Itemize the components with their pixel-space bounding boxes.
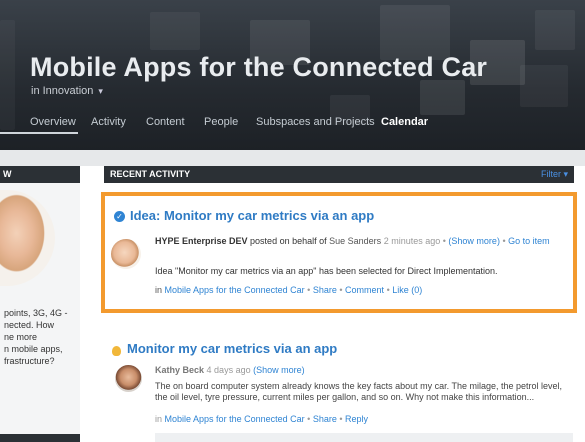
- tab-calendar[interactable]: Calendar: [381, 116, 428, 128]
- tab-people[interactable]: People: [204, 116, 238, 128]
- show-more-link[interactable]: (Show more): [253, 365, 305, 375]
- space-description: points, 3G, 4G - nected. How ne more n m…: [4, 307, 80, 367]
- behalf-user[interactable]: Sue Sanders: [329, 236, 381, 246]
- separator: •: [307, 414, 311, 424]
- show-more-link[interactable]: (Show more): [448, 236, 500, 246]
- activity-actions: in Mobile Apps for the Connected Car • S…: [155, 285, 422, 295]
- tab-overview[interactable]: Overview: [30, 116, 76, 128]
- in-label: in: [155, 414, 163, 424]
- chevron-down-icon: ▾: [98, 86, 103, 96]
- timestamp: 4 days ago: [206, 365, 251, 375]
- go-to-item-link[interactable]: Go to item: [508, 236, 550, 246]
- activity-title-link[interactable]: Idea: Monitor my car metrics via an app: [130, 208, 374, 223]
- separator: •: [339, 285, 343, 295]
- activity-meta: HYPE Enterprise DEV posted on behalf of …: [155, 236, 573, 247]
- avatar[interactable]: [115, 365, 142, 392]
- like-link[interactable]: Like (0): [392, 285, 422, 295]
- separator: •: [386, 285, 390, 295]
- description-line: n mobile apps,: [4, 344, 63, 354]
- description-line: frastructure?: [4, 356, 55, 366]
- tab-active-indicator: [0, 132, 78, 134]
- behalf-text: posted on behalf of: [250, 236, 327, 246]
- space-link[interactable]: Mobile Apps for the Connected Car: [165, 414, 305, 424]
- lightbulb-icon: [112, 346, 121, 356]
- description-line: nected. How: [4, 320, 55, 330]
- timestamp: 2 minutes ago: [383, 236, 441, 246]
- content-top-band: [0, 150, 585, 166]
- share-link[interactable]: Share: [313, 414, 337, 424]
- space-link[interactable]: Mobile Apps for the Connected Car: [165, 285, 305, 295]
- share-link[interactable]: Share: [313, 285, 337, 295]
- check-badge-icon: ✓: [114, 211, 125, 222]
- tab-activity[interactable]: Activity: [91, 116, 126, 128]
- activity-card-highlighted: ✓ Idea: Monitor my car metrics via an ap…: [101, 192, 577, 313]
- description-line: ne more: [4, 332, 38, 342]
- left-sidebar-header: W: [0, 166, 80, 183]
- space-title: Mobile Apps for the Connected Car: [30, 52, 488, 82]
- recent-activity-header: RECENT ACTIVITY Filter ▾: [104, 166, 574, 183]
- separator: •: [442, 236, 446, 246]
- filter-dropdown[interactable]: Filter ▾: [541, 169, 568, 180]
- activity-meta: Kathy Beck 4 days ago (Show more): [155, 365, 305, 375]
- in-label: in: [155, 285, 163, 295]
- reply-link[interactable]: Reply: [345, 414, 368, 424]
- author-name[interactable]: Kathy Beck: [155, 365, 204, 375]
- description-line: points, 3G, 4G -: [4, 308, 68, 318]
- separator: •: [502, 236, 506, 246]
- parent-space-label: in Innovation: [31, 85, 94, 97]
- space-subtitle[interactable]: in Innovation ▾: [31, 85, 103, 97]
- activity-actions: in Mobile Apps for the Connected Car • S…: [155, 414, 368, 424]
- idea-description: The on board computer system already kno…: [155, 381, 563, 402]
- banner-decoration: [535, 10, 575, 50]
- activity-message: Idea "Monitor my car metrics via an app"…: [155, 266, 498, 276]
- avatar[interactable]: [111, 239, 141, 269]
- banner-decoration: [0, 20, 15, 130]
- tab-subspaces-and-projects[interactable]: Subspaces and Projects: [256, 116, 375, 128]
- recent-activity-title: RECENT ACTIVITY: [110, 169, 191, 179]
- banner-decoration: [520, 65, 568, 107]
- separator: •: [339, 414, 343, 424]
- author-name[interactable]: HYPE Enterprise DEV: [155, 236, 248, 246]
- idea-title-link[interactable]: Monitor my car metrics via an app: [127, 341, 337, 356]
- left-sidebar-footer: [0, 434, 80, 442]
- banner-decoration: [150, 12, 200, 50]
- comment-link[interactable]: Comment: [345, 285, 384, 295]
- banner-decoration: [420, 80, 465, 115]
- space-banner: Mobile Apps for the Connected Car in Inn…: [0, 0, 585, 150]
- reply-area: [155, 433, 573, 442]
- tab-content[interactable]: Content: [146, 116, 185, 128]
- separator: •: [307, 285, 311, 295]
